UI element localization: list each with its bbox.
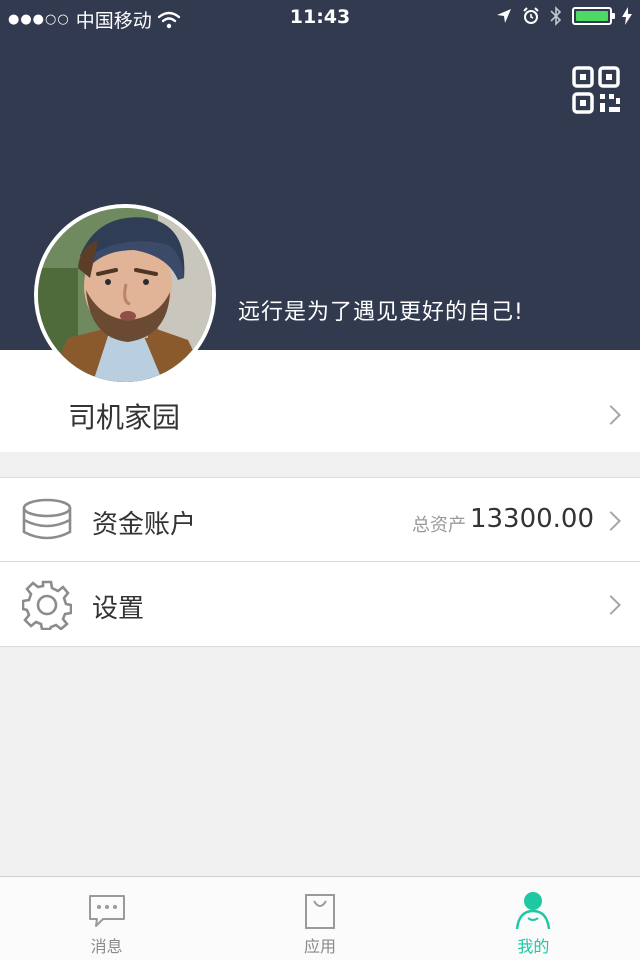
qr-code-icon [572, 66, 620, 114]
tab-apps[interactable]: 应用 [213, 877, 426, 960]
coins-stack-icon [22, 498, 72, 540]
total-assets-value: 13300.00 [469, 504, 594, 534]
bag-icon [304, 894, 335, 929]
tab-bar: 消息 应用 我的 [0, 876, 640, 960]
alarm-icon [523, 7, 539, 24]
avatar[interactable] [34, 204, 216, 386]
settings-row[interactable]: 设置 [0, 562, 640, 647]
tab-label: 我的 [517, 937, 550, 956]
bluetooth-icon [550, 6, 562, 26]
total-assets-caption: 总资产 [412, 515, 466, 536]
tab-mine[interactable]: 我的 [427, 877, 640, 960]
status-bar: ●●●○○ 中国移动 11:43 [0, 0, 640, 36]
tab-label: 应用 [303, 937, 336, 956]
tab-label: 消息 [90, 937, 123, 956]
message-icon [88, 895, 125, 927]
status-right [496, 6, 632, 26]
tab-messages[interactable]: 消息 [0, 877, 213, 960]
chevron-right-icon [601, 595, 621, 615]
settings-label: 设置 [92, 594, 145, 624]
avatar-photo [38, 208, 212, 382]
profile-motto: 远行是为了遇见更好的自己! [238, 300, 524, 325]
app-root: ●●●○○ 中国移动 11:43 远行是为了遇见更好的自己! 司机家园 资金账户… [0, 0, 640, 960]
chevron-right-icon [601, 405, 621, 425]
profile-name: 司机家园 [68, 401, 181, 434]
account-row[interactable]: 资金账户 总资产 13300.00 [0, 477, 640, 562]
qr-code-button[interactable] [572, 66, 622, 116]
gear-icon [22, 580, 72, 630]
battery-fill [576, 11, 608, 21]
account-label: 资金账户 [92, 510, 197, 540]
charging-bolt-icon [622, 7, 632, 25]
battery-icon [572, 7, 615, 25]
chevron-right-icon [601, 511, 621, 531]
person-icon [516, 892, 551, 930]
location-arrow-icon [497, 9, 511, 23]
